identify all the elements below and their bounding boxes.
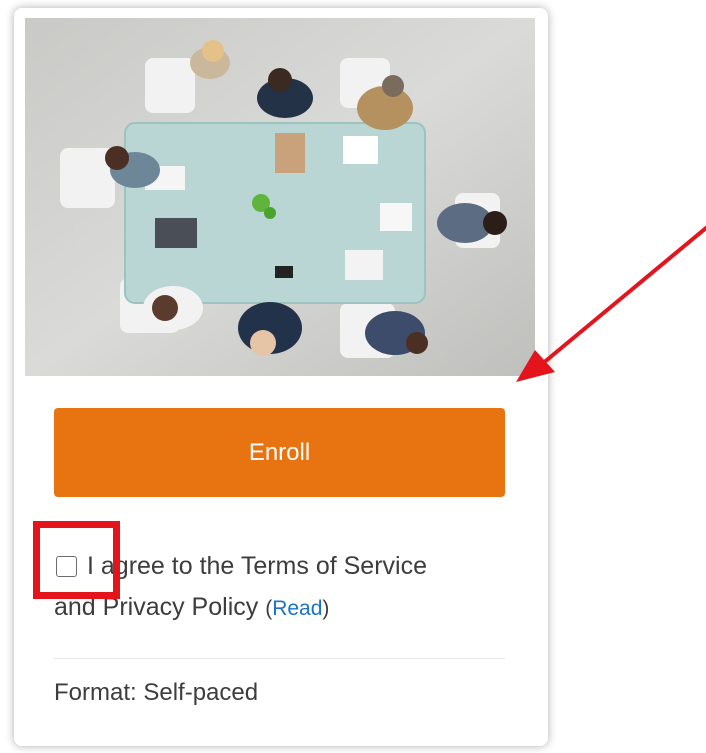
terms-text-line2: and Privacy Policy (Read) bbox=[54, 587, 524, 629]
read-paren-close: ) bbox=[322, 597, 330, 620]
terms-checkbox[interactable] bbox=[56, 556, 77, 577]
format-value: Self-paced bbox=[143, 679, 259, 706]
format-label: Format: bbox=[54, 679, 137, 706]
divider bbox=[54, 658, 505, 659]
format-info: Format: Self-paced bbox=[54, 676, 258, 710]
course-card: Enroll I agree to the Terms of Service a… bbox=[14, 8, 548, 746]
enroll-button[interactable]: Enroll bbox=[54, 408, 505, 497]
terms-privacy-label: and Privacy Policy bbox=[54, 593, 259, 621]
read-terms-link[interactable]: Read bbox=[272, 597, 322, 620]
terms-text-line1: I agree to the Terms of Service bbox=[87, 552, 427, 580]
course-image bbox=[25, 18, 535, 376]
page: Enroll I agree to the Terms of Service a… bbox=[0, 0, 706, 753]
